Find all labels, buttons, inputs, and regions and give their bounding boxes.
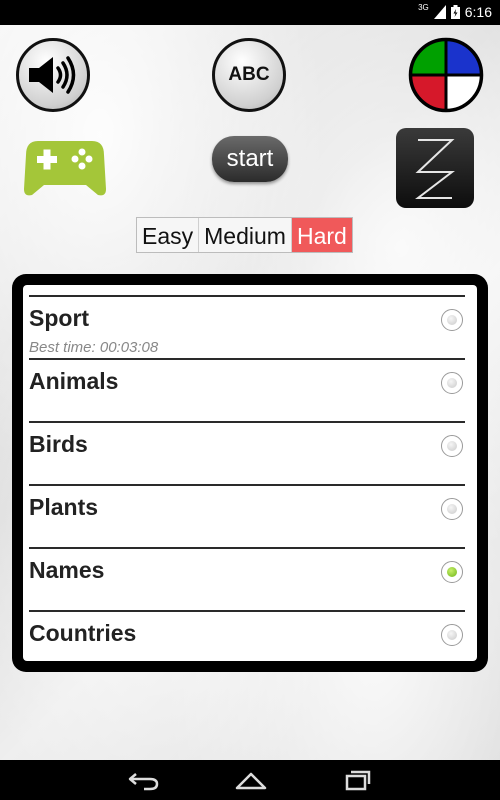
- category-panel: Sport Best time: 00:03:08 Animals Birds …: [12, 274, 488, 672]
- difficulty-medium[interactable]: Medium: [199, 218, 292, 252]
- start-button[interactable]: start: [212, 136, 288, 182]
- recents-button[interactable]: [338, 768, 378, 792]
- abc-label: ABC: [228, 64, 270, 85]
- category-label: Countries: [29, 620, 137, 646]
- category-radio-selected[interactable]: [441, 561, 463, 583]
- color-wheel-icon: [408, 37, 484, 113]
- list-item[interactable]: Sport Best time: 00:03:08: [29, 295, 465, 359]
- speaker-icon: [29, 56, 76, 94]
- category-radio[interactable]: [441, 624, 463, 646]
- list-item[interactable]: Birds: [29, 421, 465, 485]
- list-item[interactable]: Names: [29, 547, 465, 611]
- best-time-label: Best time: 00:03:08: [29, 339, 159, 356]
- category-label: Animals: [29, 368, 119, 394]
- category-radio[interactable]: [441, 372, 463, 394]
- list-item[interactable]: Plants: [29, 484, 465, 548]
- back-icon: [128, 773, 159, 791]
- recents-icon: [345, 770, 371, 791]
- colors-button[interactable]: [408, 37, 484, 113]
- sleep-button[interactable]: [396, 128, 474, 208]
- list-item[interactable]: Animals: [29, 358, 465, 422]
- clock: 6:16: [464, 4, 492, 20]
- category-list: Sport Best time: 00:03:08 Animals Birds …: [23, 285, 477, 661]
- category-label: Birds: [29, 431, 88, 457]
- games-button[interactable]: [24, 137, 106, 199]
- navigation-bar: [0, 760, 500, 800]
- difficulty-easy[interactable]: Easy: [137, 218, 200, 252]
- category-radio[interactable]: [441, 435, 463, 457]
- signal-icon: [433, 5, 446, 19]
- category-radio[interactable]: [441, 309, 463, 331]
- category-radio[interactable]: [441, 498, 463, 520]
- sound-button[interactable]: [16, 38, 90, 112]
- list-item[interactable]: Countries: [29, 610, 465, 661]
- home-icon: [235, 772, 267, 790]
- battery-icon: [450, 5, 460, 19]
- abc-button[interactable]: ABC: [212, 38, 286, 112]
- zz-icon: [415, 139, 455, 199]
- category-label: Names: [29, 557, 105, 583]
- network-type-label: 3G: [418, 2, 429, 12]
- category-label: Sport: [29, 305, 90, 331]
- status-bar: 3G 6:16: [0, 0, 500, 25]
- gamepad-icon: [24, 141, 106, 196]
- back-button[interactable]: [124, 768, 164, 792]
- difficulty-hard[interactable]: Hard: [291, 218, 352, 252]
- home-button[interactable]: [231, 768, 271, 792]
- category-label: Plants: [29, 494, 99, 520]
- difficulty-selector: Easy Medium Hard: [136, 217, 353, 253]
